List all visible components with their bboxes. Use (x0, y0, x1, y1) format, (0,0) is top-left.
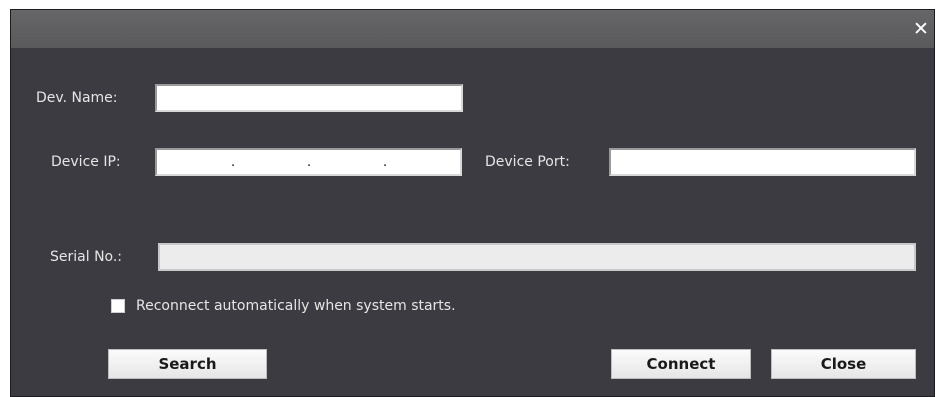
serial-no-field (158, 243, 916, 271)
add-device-dialog: ✕ Dev. Name: Device IP: . . . Device Por… (10, 9, 935, 397)
device-port-field[interactable] (609, 148, 916, 176)
title-bar: ✕ (11, 10, 934, 48)
ip-octet-2[interactable] (233, 150, 309, 174)
ip-octet-1[interactable] (157, 150, 233, 174)
device-port-label: Device Port: (485, 154, 570, 170)
reconnect-label[interactable]: Reconnect automatically when system star… (136, 297, 456, 315)
reconnect-checkbox[interactable] (111, 299, 125, 313)
connect-button[interactable]: Connect (611, 349, 751, 379)
dev-name-label: Dev. Name: (36, 90, 118, 106)
close-button[interactable]: Close (771, 349, 916, 379)
search-button[interactable]: Search (108, 349, 267, 379)
close-icon[interactable]: ✕ (912, 20, 930, 39)
ip-octet-3[interactable] (309, 150, 385, 174)
ip-octet-4[interactable] (385, 150, 461, 174)
device-ip-label: Device IP: (51, 154, 121, 170)
device-ip-field: . . . (155, 148, 462, 176)
serial-no-label: Serial No.: (50, 249, 123, 265)
dev-name-field[interactable] (155, 84, 463, 112)
